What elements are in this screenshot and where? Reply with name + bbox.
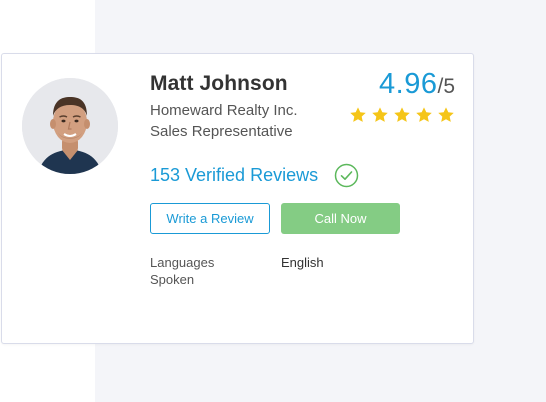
star-icon xyxy=(394,107,410,122)
languages-value: English xyxy=(281,255,324,270)
star-icon xyxy=(416,107,432,122)
rating-value: 4.96 xyxy=(379,68,438,100)
languages-label: Languages Spoken xyxy=(150,255,215,287)
agent-title: Sales Representative xyxy=(150,123,293,140)
write-review-button[interactable]: Write a Review xyxy=(150,203,270,234)
check-circle-icon xyxy=(334,163,359,188)
call-now-button[interactable]: Call Now xyxy=(281,203,400,234)
agent-company: Homeward Realty Inc. xyxy=(150,102,298,119)
agent-name: Matt Johnson xyxy=(150,72,288,95)
rating-score: 4.96/5 xyxy=(379,68,455,101)
star-icon xyxy=(350,107,366,122)
rating-stars xyxy=(349,106,455,124)
star-icon xyxy=(438,107,454,122)
agent-profile-card: Matt Johnson Homeward Realty Inc. Sales … xyxy=(1,53,474,344)
avatar xyxy=(22,78,118,174)
rating-max: /5 xyxy=(437,75,455,98)
star-icon xyxy=(372,107,388,122)
verified-reviews-link[interactable]: 153 Verified Reviews xyxy=(150,165,318,186)
agent-photo xyxy=(22,78,118,174)
